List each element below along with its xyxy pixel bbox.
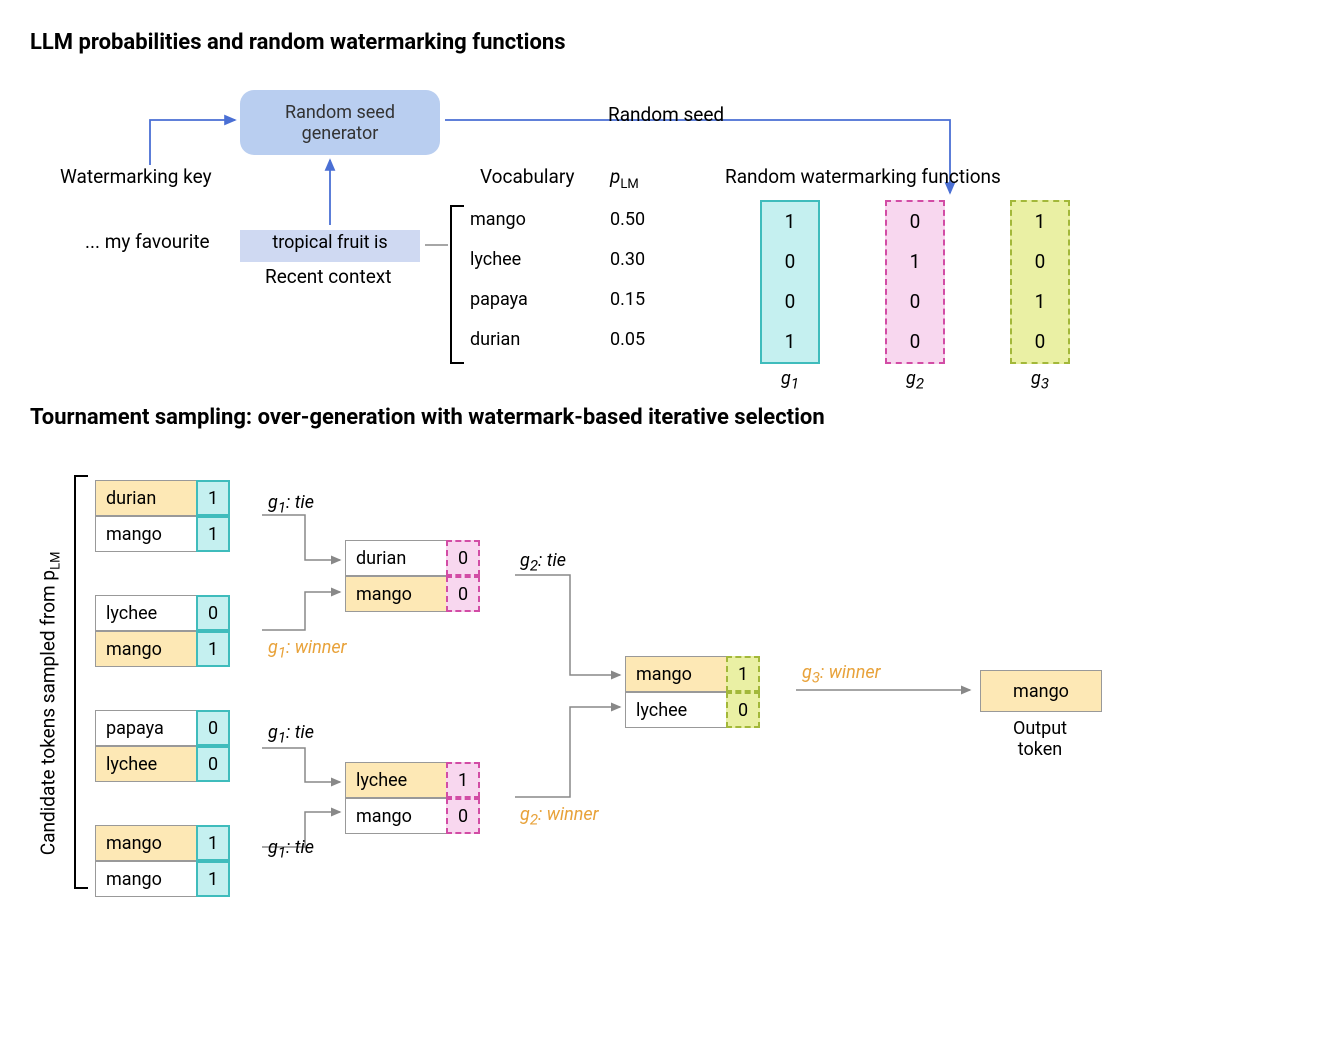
vocab-item: durian	[470, 320, 528, 360]
round-note: g1: tie	[268, 722, 314, 747]
g2-label: g2	[885, 368, 945, 393]
round-note: g1: tie	[268, 492, 314, 517]
g-cell: 0	[887, 282, 943, 322]
token-cell: mango1	[95, 861, 230, 897]
g2-col: 0 1 0 0 g2	[885, 200, 945, 393]
token-cell: mango1	[95, 631, 230, 667]
g-cell: 1	[762, 322, 818, 362]
g-cell: 1	[1012, 202, 1068, 242]
recent-context-label: Recent context	[265, 265, 391, 288]
candidates-axis-label: Candidate tokens sampled from pLM	[37, 523, 64, 883]
vocab-item: mango	[470, 200, 528, 240]
token-cell: papaya0	[95, 710, 230, 746]
output-label: Outputtoken	[980, 718, 1100, 760]
g-cell: 1	[887, 242, 943, 282]
plm-val: 0.50	[610, 200, 645, 240]
token-cell: mango1	[95, 825, 230, 861]
token-cell: mango1	[625, 656, 760, 692]
token-cell: mango1	[95, 516, 230, 552]
section1-title: LLM probabilities and random watermarkin…	[30, 30, 1308, 55]
g-cell: 0	[1012, 242, 1068, 282]
context-box: tropical fruit is	[240, 230, 420, 262]
plm-list: 0.50 0.30 0.15 0.05	[610, 200, 645, 360]
token-cell: lychee1	[345, 762, 480, 798]
round-note: g1: winner	[268, 637, 347, 662]
token-cell: durian1	[95, 480, 230, 516]
vocab-list: mango lychee papaya durian	[470, 200, 528, 360]
g3-label: g3	[1010, 368, 1070, 393]
token-cell: lychee0	[625, 692, 760, 728]
section2: Candidate tokens sampled from pLM durian…	[30, 440, 1308, 980]
token-cell: mango0	[345, 576, 480, 612]
prefix-text: ... my favourite	[85, 230, 210, 253]
round-note: g1: tie	[268, 837, 314, 862]
seed-gen-line2: generator	[240, 123, 440, 144]
section1: Random seed generator Watermarking key R…	[30, 65, 1308, 405]
vocab-bracket	[450, 205, 464, 364]
g-cell: 1	[1012, 282, 1068, 322]
plm-val: 0.15	[610, 280, 645, 320]
token-cell: durian0	[345, 540, 480, 576]
token-cell: lychee0	[95, 595, 230, 631]
g1-label: g1	[760, 368, 820, 393]
rwf-header: Random watermarking functions	[725, 165, 1001, 188]
g-cell: 0	[762, 242, 818, 282]
plm-header: pLM	[610, 165, 639, 192]
g-cell: 0	[887, 322, 943, 362]
seed-gen-line1: Random seed	[240, 102, 440, 123]
vocabulary-header: Vocabulary	[480, 165, 574, 188]
random-seed-label: Random seed	[608, 103, 724, 126]
output-box: mango	[980, 670, 1102, 712]
plm-val: 0.30	[610, 240, 645, 280]
vocab-item: lychee	[470, 240, 528, 280]
g-cell: 0	[1012, 322, 1068, 362]
g-cell: 0	[887, 202, 943, 242]
watermarking-key-label: Watermarking key	[60, 165, 212, 188]
g-cell: 0	[762, 282, 818, 322]
round-note: g2: winner	[520, 804, 599, 829]
token-cell: lychee0	[95, 746, 230, 782]
round-note: g2: tie	[520, 550, 566, 575]
vocab-item: papaya	[470, 280, 528, 320]
g-cell: 1	[762, 202, 818, 242]
token-cell: mango0	[345, 798, 480, 834]
plm-val: 0.05	[610, 320, 645, 360]
candidates-bracket	[74, 475, 88, 889]
round-note: g3: winner	[802, 662, 881, 687]
g3-col: 1 0 1 0 g3	[1010, 200, 1070, 393]
g1-col: 1 0 0 1 g1	[760, 200, 820, 393]
section2-title: Tournament sampling: over-generation wit…	[30, 405, 1308, 430]
seed-generator-box: Random seed generator	[240, 90, 440, 155]
